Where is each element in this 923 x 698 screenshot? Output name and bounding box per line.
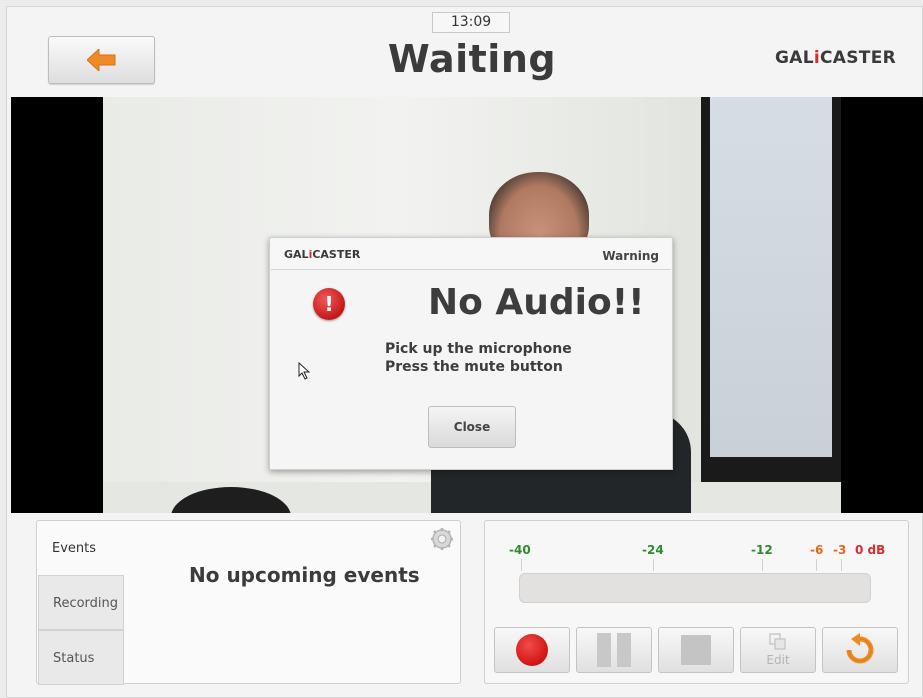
warning-dialog: GALiCASTER Warning ! No Audio!! Pick up … (269, 237, 673, 470)
dialog-type-label: Warning (602, 249, 659, 263)
record-icon (516, 634, 548, 666)
vu-tick (816, 559, 817, 571)
tab-status[interactable]: Status (38, 630, 124, 685)
vu-label: -24 (642, 543, 664, 557)
dialog-header: GALiCASTER Warning (271, 239, 671, 270)
audio-control-panel: -40 -24 -12 -6 -3 0 dB Edit (484, 520, 909, 684)
edit-button[interactable]: Edit (740, 627, 816, 673)
vu-label: -40 (509, 543, 531, 557)
undo-arrow-icon (846, 633, 874, 664)
stop-button[interactable] (658, 627, 734, 673)
vu-label: -12 (751, 543, 773, 557)
vu-tick (762, 559, 763, 571)
vu-label: -3 (833, 543, 847, 557)
video-screen (710, 97, 832, 457)
page-title: Waiting (387, 37, 557, 81)
galicaster-logo: GALiCASTER (775, 48, 896, 68)
reset-button[interactable] (822, 627, 898, 673)
vu-tick (653, 559, 654, 571)
tab-recording[interactable]: Recording (38, 575, 124, 630)
dialog-title: No Audio!! (428, 282, 645, 323)
edit-icon (769, 633, 786, 650)
events-panel: Events Recording Status No upcoming even… (36, 520, 461, 685)
stop-icon (681, 635, 711, 665)
dialog-logo: GALiCASTER (284, 248, 360, 261)
vu-label: -6 (810, 543, 824, 557)
tab-events[interactable]: Events (38, 521, 124, 576)
dialog-logo-a: GAL (284, 248, 309, 261)
pause-button[interactable] (576, 627, 652, 673)
app-window: 13:09 Waiting GALiCASTER GALiCASTER Warn… (6, 6, 923, 698)
record-button[interactable] (494, 627, 570, 673)
dialog-logo-b: CASTER (312, 248, 361, 261)
dialog-message-line: Press the mute button (385, 359, 563, 375)
audio-level-meter (519, 573, 871, 603)
logo-text-a: GAL (775, 48, 814, 68)
vu-tick (521, 559, 522, 571)
no-events-message: No upcoming events (189, 563, 420, 587)
gear-icon[interactable] (430, 527, 454, 551)
clock: 13:09 (432, 12, 510, 33)
close-button[interactable]: Close (428, 406, 516, 448)
error-icon: ! (313, 288, 345, 320)
edit-label: Edit (766, 653, 790, 667)
vu-label: 0 dB (855, 543, 886, 557)
logo-text-b: CASTER (820, 48, 896, 68)
pause-icon (597, 633, 631, 667)
dialog-message-line: Pick up the microphone (385, 341, 572, 357)
vu-tick (841, 559, 842, 571)
back-button[interactable] (48, 36, 155, 84)
arrow-left-icon (86, 49, 115, 71)
mouse-cursor-icon (298, 362, 310, 380)
